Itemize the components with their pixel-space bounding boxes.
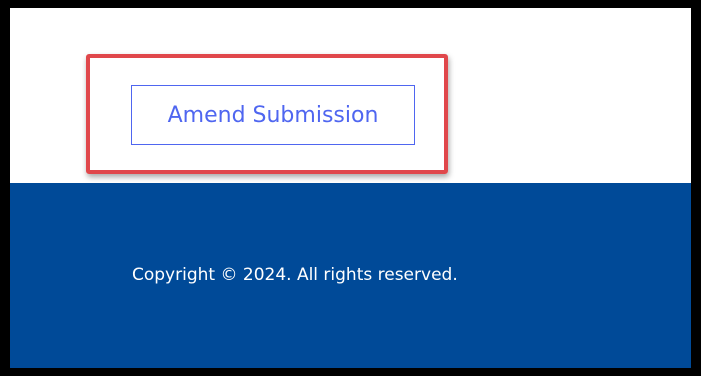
screenshot-frame: Amend Submission Copyright © 2024. All r…: [0, 0, 701, 376]
amend-submission-button[interactable]: Amend Submission: [131, 85, 415, 145]
page-footer: Copyright © 2024. All rights reserved.: [10, 183, 691, 368]
copyright-text: Copyright © 2024. All rights reserved.: [132, 265, 458, 285]
main-content: Amend Submission: [10, 8, 691, 183]
